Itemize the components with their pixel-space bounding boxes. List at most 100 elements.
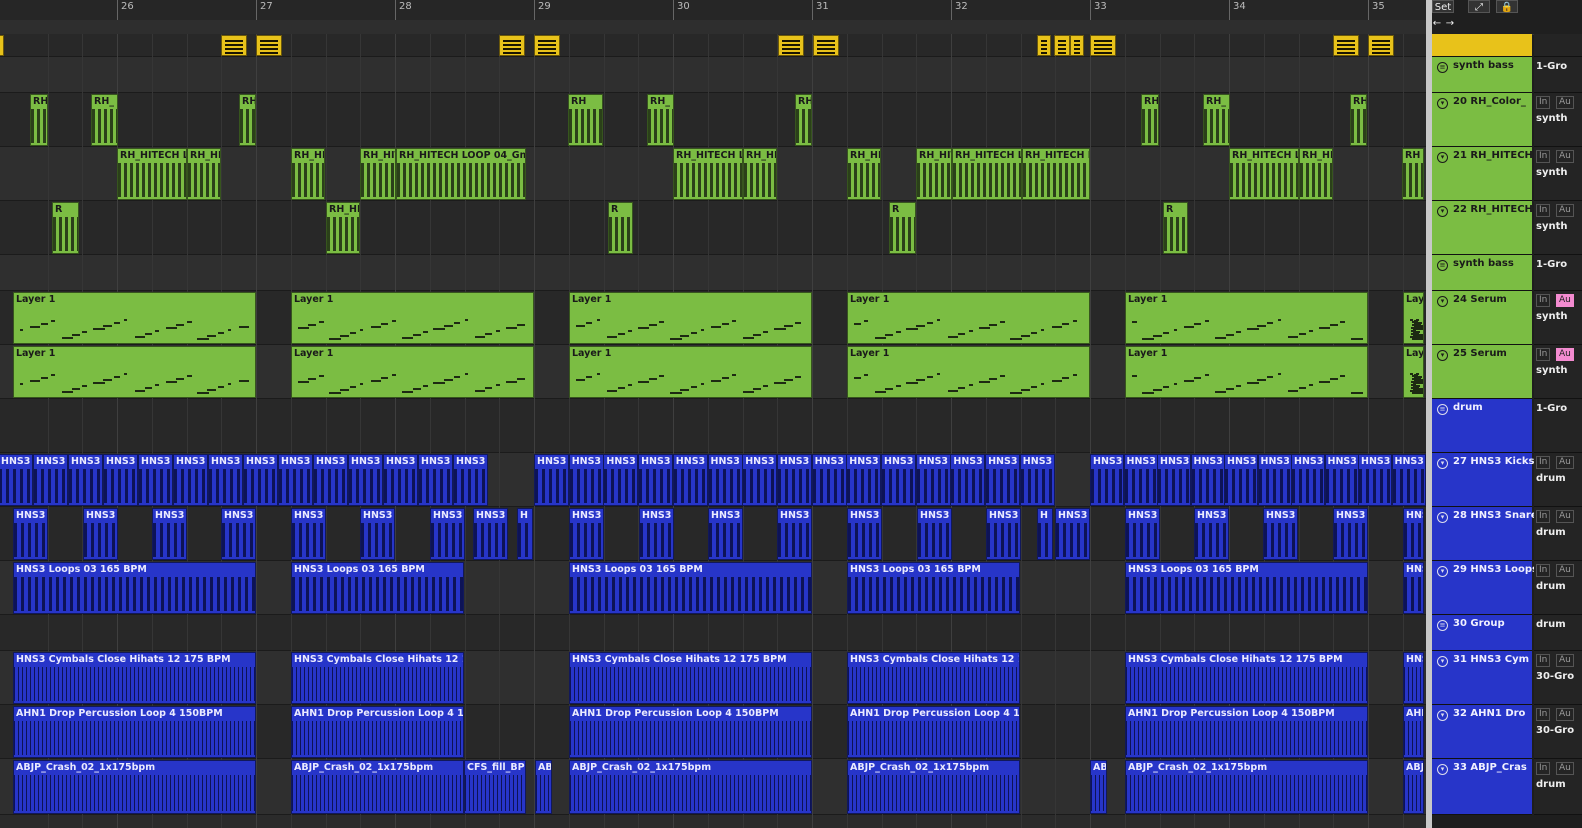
clip[interactable]: RH_HITECH LOOP 04_Gmin bbox=[396, 148, 526, 200]
clip[interactable]: HNS3 Cymbals Close Hihats 12 175 BPM bbox=[291, 652, 464, 704]
clip[interactable]: Layer 1 bbox=[847, 346, 1090, 398]
clip[interactable]: HNS bbox=[1403, 652, 1424, 704]
monitor-in-button[interactable]: In bbox=[1536, 564, 1551, 577]
monitor-auto-button[interactable]: Au bbox=[1556, 708, 1574, 721]
track-fold-icon[interactable]: ▾ bbox=[1437, 98, 1448, 109]
clip[interactable]: RH_HITECH LO bbox=[117, 148, 187, 200]
monitor-auto-button[interactable]: Au bbox=[1556, 654, 1574, 667]
clip[interactable]: HNS3 I bbox=[1324, 454, 1359, 506]
clip[interactable]: R bbox=[1163, 202, 1188, 254]
clip[interactable]: Layer 1 bbox=[569, 346, 812, 398]
clip[interactable]: HNS3 S bbox=[1194, 508, 1229, 560]
clip[interactable]: AHN1 Drop Percussion Loop 4 150BPM bbox=[13, 706, 256, 758]
monitor-in-button[interactable]: In bbox=[1536, 762, 1551, 775]
track-header[interactable]: ≡ drum bbox=[1432, 399, 1532, 453]
clip[interactable]: RH_HIT bbox=[1299, 148, 1333, 200]
clip[interactable] bbox=[221, 35, 247, 56]
clip[interactable]: CFS_fill_BPM bbox=[464, 760, 526, 814]
clip[interactable]: HNS3 I bbox=[915, 454, 951, 506]
clip[interactable] bbox=[1037, 35, 1051, 56]
clip[interactable]: ABJ bbox=[1403, 760, 1424, 814]
clip[interactable]: HNS3 I bbox=[603, 454, 639, 506]
clip[interactable]: HNS3 S bbox=[221, 508, 256, 560]
clip[interactable]: HNS3 I bbox=[453, 454, 488, 506]
clip[interactable] bbox=[256, 35, 282, 56]
clip[interactable]: HNS3 I bbox=[707, 454, 743, 506]
output-routing-chooser[interactable]: 30-Gro bbox=[1536, 671, 1574, 682]
track-name[interactable]: 22 RH_HITECH bbox=[1453, 204, 1533, 215]
track-header[interactable]: ▾ 20 RH_Color_ bbox=[1432, 93, 1532, 147]
clip[interactable]: RH_HIT bbox=[360, 148, 396, 200]
monitor-auto-button[interactable]: Au bbox=[1556, 564, 1574, 577]
clip[interactable]: HNS3 I bbox=[1019, 454, 1055, 506]
track-name[interactable]: 20 RH_Color_ bbox=[1453, 96, 1526, 107]
clip[interactable]: HNS3 I bbox=[638, 454, 674, 506]
monitor-in-button[interactable]: In bbox=[1536, 96, 1551, 109]
clip[interactable]: HNS3 S bbox=[639, 508, 674, 560]
clip[interactable]: HNS3 Loops 03 165 BPM bbox=[1125, 562, 1368, 614]
track-header[interactable] bbox=[1432, 34, 1532, 57]
clip[interactable]: HNS3 I bbox=[208, 454, 243, 506]
monitor-in-button[interactable]: In bbox=[1536, 510, 1551, 523]
track-name[interactable]: 21 RH_HITECH bbox=[1453, 150, 1533, 161]
clip[interactable]: AHN1 Drop Percussion Loop 4 150BPM bbox=[569, 706, 812, 758]
clip[interactable]: HNS3 I bbox=[278, 454, 313, 506]
clip[interactable]: HNS3 I bbox=[313, 454, 348, 506]
clip[interactable]: HNS3 I bbox=[0, 454, 33, 506]
clip[interactable]: Layer 1 bbox=[1125, 292, 1368, 344]
track-name[interactable]: 33 ABJP_Cras bbox=[1453, 762, 1527, 773]
clip[interactable]: RH_HIT bbox=[847, 148, 881, 200]
group-fold-icon[interactable]: ≡ bbox=[1437, 620, 1448, 631]
track-name[interactable]: drum bbox=[1453, 402, 1483, 413]
track-name[interactable]: 29 HNS3 Loops bbox=[1453, 564, 1538, 575]
track-header[interactable]: ≡ 30 Group bbox=[1432, 615, 1532, 651]
monitor-in-button[interactable]: In bbox=[1536, 654, 1551, 667]
monitor-auto-button[interactable]: Au bbox=[1556, 510, 1574, 523]
clip[interactable]: HNS3 S bbox=[847, 508, 882, 560]
monitor-in-button[interactable]: In bbox=[1536, 294, 1551, 307]
clip[interactable]: AHN1 Drop Percussion Loop 4 150BPM bbox=[847, 706, 1020, 758]
clip[interactable]: HNS3 I bbox=[1358, 454, 1392, 506]
clip[interactable]: HNS3 S bbox=[777, 508, 812, 560]
clip[interactable]: RH bbox=[568, 94, 603, 146]
clip[interactable]: HNS3 I bbox=[418, 454, 453, 506]
monitor-in-button[interactable]: In bbox=[1536, 708, 1551, 721]
track-header[interactable]: ▾ 33 ABJP_Cras bbox=[1432, 759, 1532, 815]
output-routing-chooser[interactable]: 1-Gro bbox=[1536, 259, 1567, 270]
scrub-area[interactable] bbox=[0, 20, 1428, 35]
clip[interactable]: HNS3 I bbox=[33, 454, 68, 506]
clip[interactable]: HNS3 S bbox=[291, 508, 326, 560]
clip[interactable]: HNS3 I bbox=[534, 454, 569, 506]
track-header[interactable]: ▾ 21 RH_HITECH bbox=[1432, 147, 1533, 201]
monitor-in-button[interactable]: In bbox=[1536, 456, 1551, 469]
track-name[interactable]: 27 HNS3 Kicks bbox=[1453, 456, 1534, 467]
clip[interactable]: HNS3 S bbox=[1055, 508, 1090, 560]
lock-icon[interactable]: 🔒 bbox=[1496, 0, 1518, 13]
arrow-right-icon[interactable]: → bbox=[1445, 17, 1455, 30]
expand-icon[interactable]: ⤢ bbox=[1468, 0, 1490, 13]
clip[interactable]: HNS3 I bbox=[811, 454, 847, 506]
clip[interactable]: RH_HIT bbox=[743, 148, 777, 200]
clip[interactable]: RH_ bbox=[1203, 94, 1230, 146]
clip[interactable]: HNS3 I bbox=[138, 454, 173, 506]
track-fold-icon[interactable]: ▾ bbox=[1437, 656, 1448, 667]
track-header[interactable]: ▾ 32 AHN1 Dro bbox=[1432, 705, 1532, 759]
track-header[interactable]: ≡ synth bass bbox=[1432, 255, 1532, 291]
clip[interactable]: RH_ bbox=[647, 94, 674, 146]
clip[interactable]: AB bbox=[1090, 760, 1107, 814]
clip[interactable]: HNS3 I bbox=[846, 454, 882, 506]
track-header[interactable]: ▾ 31 HNS3 Cym bbox=[1432, 651, 1532, 705]
group-fold-icon[interactable]: ≡ bbox=[1437, 260, 1448, 271]
clip[interactable] bbox=[813, 35, 839, 56]
clip[interactable]: RH bbox=[1141, 94, 1159, 146]
output-routing-chooser[interactable]: synth bbox=[1536, 365, 1568, 376]
track-fold-icon[interactable]: ▾ bbox=[1437, 152, 1448, 163]
clip[interactable] bbox=[0, 35, 4, 56]
clip[interactable]: HNS3 I bbox=[1123, 454, 1158, 506]
clip[interactable]: HNS3 Cymbals Close Hihats 12 175 BPM bbox=[13, 652, 256, 704]
clip[interactable]: RH bbox=[1402, 148, 1424, 200]
clip[interactable]: RH_HIT bbox=[291, 148, 325, 200]
clip[interactable]: Layer 1 bbox=[13, 292, 256, 344]
clip[interactable]: HNS3 S bbox=[152, 508, 187, 560]
clip[interactable]: ABJP_Crash_02_1x175bpm bbox=[569, 760, 812, 814]
